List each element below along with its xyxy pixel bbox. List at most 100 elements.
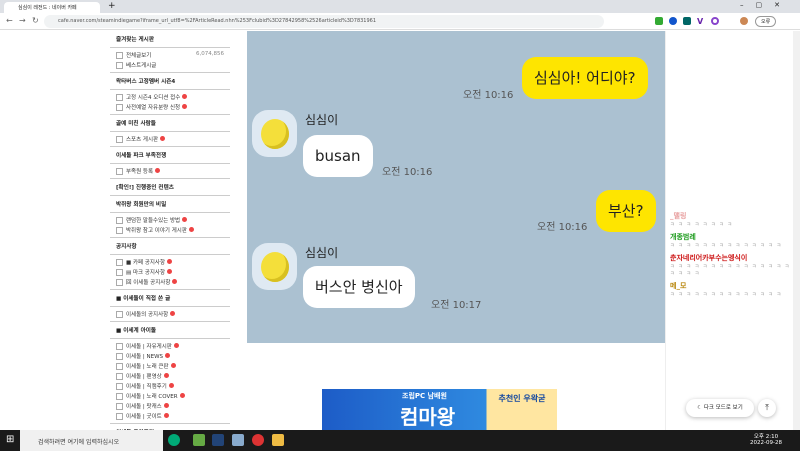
sidebar-group: 이세돌의 공지사항 [110, 307, 230, 322]
sidebar-group-title[interactable]: ■ 이세돌이 직접 쓴 글 [110, 290, 230, 307]
comment-author[interactable]: 개종범레 [670, 232, 800, 242]
sidebar-item[interactable]: 回 이세돌 공지사항 [110, 277, 230, 287]
sidebar-item[interactable]: 이세돌 | 굿이트 [110, 411, 230, 421]
app-icon[interactable] [232, 434, 244, 446]
message-time: 오전 10:17 [431, 300, 482, 311]
banner-line2: 컴마왕 [400, 405, 456, 429]
chrome-icon[interactable] [252, 434, 264, 446]
sidebar-item-label: 回 이세돌 공지사항 [126, 280, 171, 286]
sidebar-item[interactable]: 이세돌 | NEWS [110, 351, 230, 361]
profile-button[interactable]: 오류 [755, 16, 777, 27]
window-controls[interactable]: –▢✕ [740, 1, 792, 9]
new-badge-icon [179, 393, 185, 398]
sidebar-item-label: 이세돌 | 직캠후기 [126, 384, 167, 390]
ad-banner[interactable]: 조립PC 남배원 컴마왕 추천인 우왁굳 [322, 389, 557, 430]
sidebar-item-all[interactable]: 전체글보기 6,074,856 [110, 50, 230, 60]
sidebar-item[interactable]: 이세돌 | 자유게시판 [110, 341, 230, 351]
sidebar-group-title[interactable]: ■ 이세계 아이돌 [110, 322, 230, 339]
new-badge-icon [188, 227, 194, 232]
dark-mode-button[interactable]: ☾ 다크 모드로 보기 [686, 399, 754, 417]
sidebar-group-title[interactable]: 이세돌 파크 부족전쟁 [110, 147, 230, 164]
url-field[interactable]: cafe.naver.com/steamindiegame?iframe_url… [44, 15, 604, 28]
new-badge-icon [182, 217, 188, 222]
new-badge-icon [170, 363, 176, 368]
sidebar-group: 랜덤한 말들수있는 방법박쥐왕 참고 이야기 게시판 [110, 213, 230, 238]
sidebar-item-label: 박쥐왕 참고 이야기 게시판 [126, 228, 187, 234]
sidebar-item[interactable]: 이세돌 | 직캠후기 [110, 381, 230, 391]
new-badge-icon [165, 353, 171, 358]
comment-author[interactable]: _맬링 [670, 211, 800, 221]
windows-start-icon[interactable]: ⊞ [6, 434, 14, 445]
message-bubble: 심심아! 어디야? [522, 57, 648, 99]
taskbar: ⊞ 검색하려면 여기에 입력하십시오 오후 2:10 2022-09-28 [0, 430, 800, 451]
comment-panel: _맬링 ㅋ ㅋ ㅋ ㅋ ㅋ ㅋ ㅋ ㅋ 개종범레 ㅋ ㅋ ㅋ ㅋ ㅋ ㅋ ㅋ ㅋ ㅋ … [665, 31, 800, 430]
back-icon[interactable]: ← [6, 16, 13, 25]
vegas-icon[interactable] [212, 434, 224, 446]
avatar[interactable] [740, 17, 748, 25]
minecraft-icon[interactable] [193, 434, 205, 446]
sidebar-group-title[interactable]: 공지사항 [110, 238, 230, 255]
url-text: cafe.naver.com/steamindiegame?iframe_url… [58, 18, 377, 24]
sidebar-item[interactable]: 스포츠 게시판 [110, 134, 230, 144]
extension-icon[interactable] [669, 17, 677, 25]
clock-date: 2022-09-28 [750, 440, 782, 446]
extension-icon[interactable] [683, 17, 691, 25]
new-badge-icon [163, 373, 169, 378]
sidebar-item[interactable]: 고정 시즌4 오디션 접수 [110, 92, 230, 102]
sidebar-group: 스포츠 게시판 [110, 132, 230, 147]
new-badge-icon [182, 104, 188, 109]
taskbar-search[interactable]: 검색하려면 여기에 입력하십시오 [20, 430, 163, 451]
tab-bar: 심심이 레전드 : 네이버 카페 + –▢✕ [0, 0, 800, 13]
sidebar-item[interactable]: 박쥐왕 참고 이야기 게시판 [110, 225, 230, 235]
sidebar-item-label: ▤ 마크 공지사항 [126, 270, 166, 276]
sidebar-group: 부족원 등록 [110, 164, 230, 179]
sidebar-group-title[interactable]: 왁타버스 고정멤버 시즌4 [110, 73, 230, 90]
sidebar-group-title[interactable]: [확인!] 진행중인 컨텐츠 [110, 179, 230, 196]
comment-author[interactable]: 춘자네리어카부수는엥식이 [670, 253, 800, 263]
extension-icon[interactable] [711, 17, 719, 25]
comment-author[interactable]: 메_모 [670, 281, 800, 291]
sidebar-item[interactable]: 이세돌 | 팟캐스 [110, 401, 230, 411]
sidebar-item[interactable]: 사전예열 자유분량 신청 [110, 102, 230, 112]
sidebar-item[interactable]: 이세돌 | 팬영상 [110, 371, 230, 381]
sidebar-item[interactable]: 이세돌의 공지사항 [110, 309, 230, 319]
sidebar-group: ■ 카페 공지사항 ▤ 마크 공지사항 回 이세돌 공지사항 [110, 255, 230, 290]
reload-icon[interactable]: ↻ [32, 16, 39, 25]
sidebar-item[interactable]: 랜덤한 말들수있는 방법 [110, 215, 230, 225]
search-placeholder: 검색하려면 여기에 입력하십시오 [38, 439, 120, 446]
edge-icon[interactable] [168, 434, 180, 446]
sidebar-item-label: 전체글보기 [126, 53, 152, 59]
dark-mode-label: 다크 모드로 보기 [703, 405, 743, 411]
sidebar-group-title[interactable]: 박쥐왕 회원만의 비밀 [110, 196, 230, 213]
sidebar-item-best[interactable]: 베스트게시글 [110, 60, 230, 70]
new-badge-icon [163, 403, 169, 408]
sidebar-item[interactable]: 이세돌 | 노래 큰판 [110, 361, 230, 371]
sidebar-favorites[interactable]: 즐겨찾는 게시판 [110, 31, 230, 48]
comment-text: ㅋ ㅋ ㅋ ㅋ ㅋ ㅋ ㅋ ㅋ ㅋ ㅋ ㅋ ㅋ ㅋ ㅋ [670, 243, 783, 249]
scroll-top-button[interactable]: ⤒ [758, 399, 776, 417]
banner-badge: 추천인 우왁굳 [498, 394, 546, 403]
clock[interactable]: 오후 2:10 2022-09-28 [750, 432, 782, 446]
sidebar-item[interactable]: ■ 카페 공지사항 [110, 257, 230, 267]
sidebar-item[interactable]: ▤ 마크 공지사항 [110, 267, 230, 277]
sidebar-group-title[interactable]: 골예 미친 사람들 [110, 115, 230, 132]
sidebar-item-label: 이세돌 | 팬영상 [126, 374, 162, 380]
file-explorer-icon[interactable] [272, 434, 284, 446]
sidebar-item-label: 이세돌의 공지사항 [126, 312, 169, 318]
extension-icon[interactable]: V [697, 17, 705, 26]
new-badge-icon [167, 269, 173, 274]
new-tab-button[interactable]: + [108, 1, 116, 11]
sidebar-item-label: ■ 카페 공지사항 [126, 260, 166, 266]
comment-text: ㅋ ㅋ ㅋ ㅋ ㅋ ㅋ ㅋ ㅋ [670, 222, 733, 228]
sidebar-item[interactable]: 이세돌 | 노래 COVER [110, 391, 230, 401]
extension-icon[interactable] [655, 17, 663, 25]
scrollbar[interactable] [793, 31, 800, 430]
forward-icon[interactable]: → [19, 16, 26, 25]
sidebar-group: 전체글보기 6,074,856 베스트게시글 [110, 48, 230, 73]
tab-active[interactable]: 심심이 레전드 : 네이버 카페 [4, 2, 100, 13]
simsimi-avatar [252, 110, 297, 157]
sidebar-item-label: 이세돌 | 노래 큰판 [126, 364, 169, 370]
new-badge-icon [167, 259, 173, 264]
sidebar-item[interactable]: 부족원 등록 [110, 166, 230, 176]
new-badge-icon [170, 311, 176, 316]
